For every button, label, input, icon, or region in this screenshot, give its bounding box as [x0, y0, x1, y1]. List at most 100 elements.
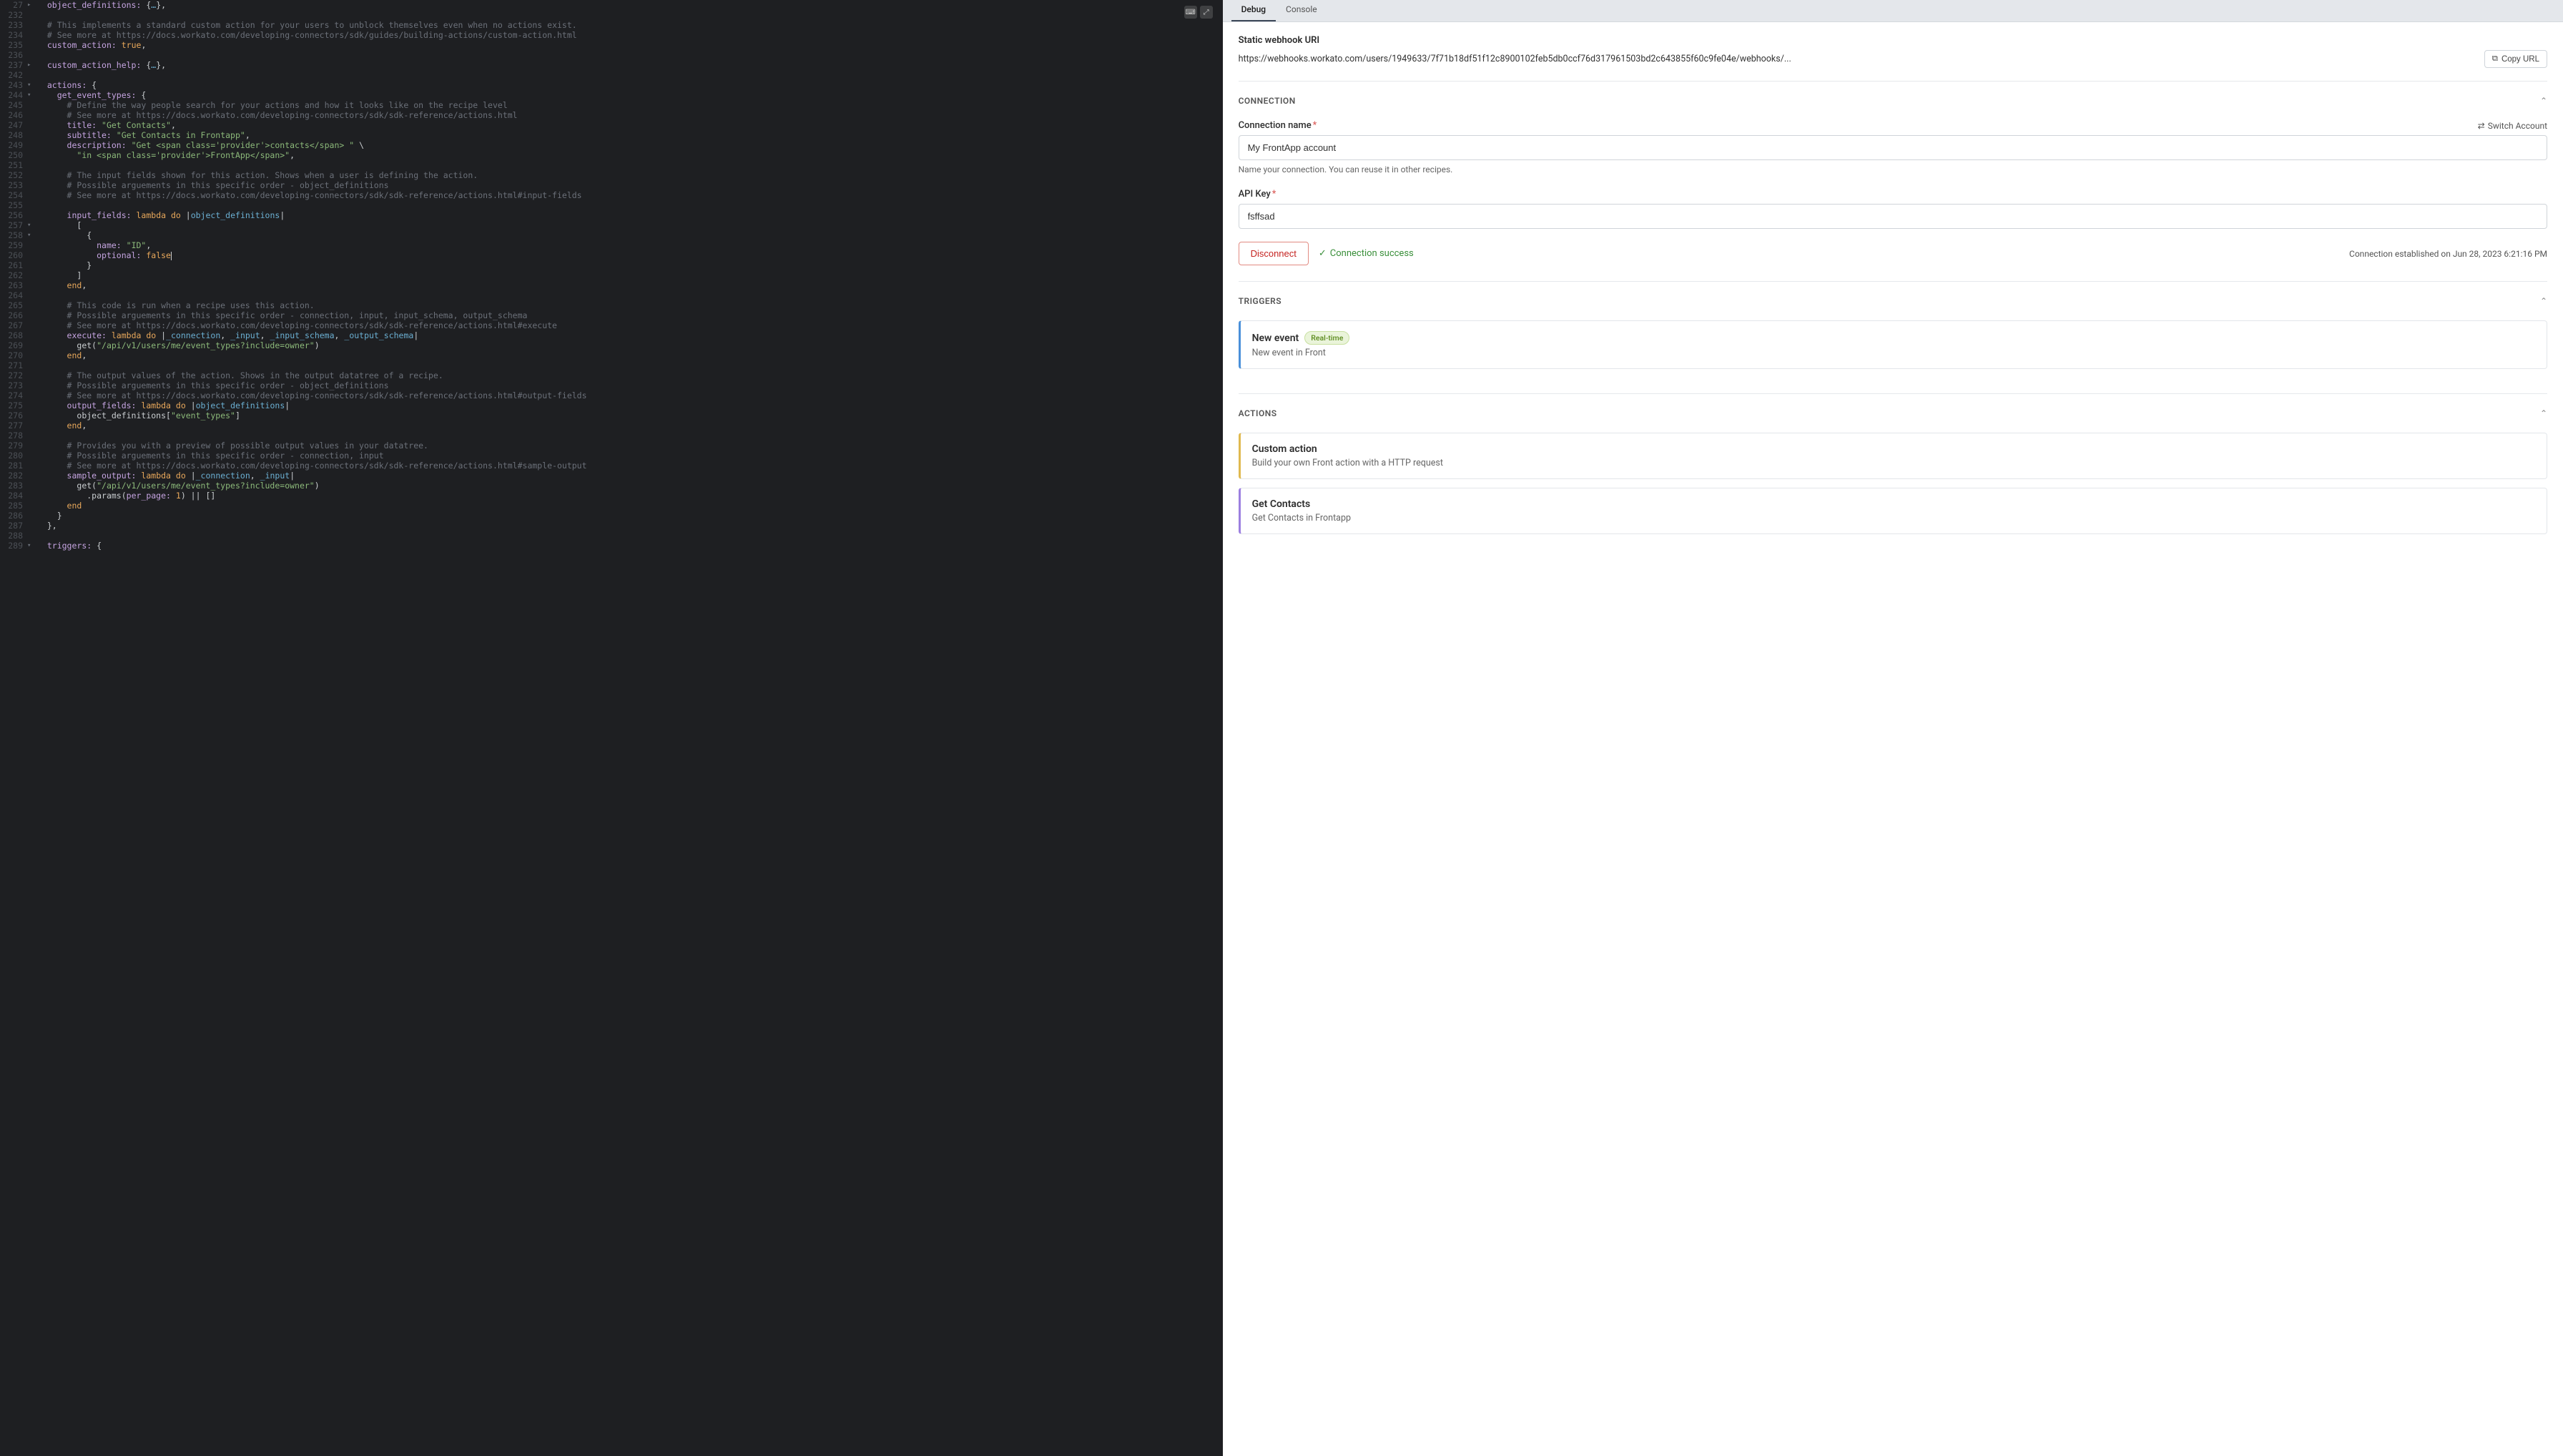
code-line[interactable]: 27▸ object_definitions: {…},	[0, 0, 1223, 10]
code-line[interactable]: 265 # This code is run when a recipe use…	[0, 300, 1223, 310]
code-line[interactable]: 259 name: "ID",	[0, 240, 1223, 250]
code-content[interactable]: # See more at https://docs.workato.com/d…	[37, 461, 1223, 471]
code-line[interactable]: 245 # Define the way people search for y…	[0, 100, 1223, 110]
fold-marker[interactable]: ▾	[27, 90, 37, 100]
code-content[interactable]: object_definitions: {…},	[37, 0, 1223, 10]
fold-marker[interactable]: ▾	[27, 230, 37, 240]
fold-marker[interactable]: ▸	[27, 60, 37, 70]
code-line[interactable]: 257▾ [	[0, 220, 1223, 230]
code-line[interactable]: 285 end	[0, 501, 1223, 511]
api-key-input[interactable]	[1239, 204, 2547, 229]
disconnect-button[interactable]: Disconnect	[1239, 242, 1309, 265]
tab-debug[interactable]: Debug	[1231, 0, 1276, 21]
connection-section-header[interactable]: CONNECTION ⌃	[1223, 82, 2563, 120]
code-content[interactable]: .params(per_page: 1) || []	[37, 491, 1223, 501]
tab-console[interactable]: Console	[1276, 0, 1327, 21]
code-content[interactable]: execute: lambda do |_connection, _input,…	[37, 330, 1223, 340]
code-content[interactable]: end,	[37, 280, 1223, 290]
code-content[interactable]: # See more at https://docs.workato.com/d…	[37, 390, 1223, 400]
code-line[interactable]: 232	[0, 10, 1223, 20]
fold-marker[interactable]: ▸	[27, 0, 37, 10]
editor-scroll[interactable]: 27▸ object_definitions: {…},232233 # Thi…	[0, 0, 1223, 1456]
code-line[interactable]: 289▾ triggers: {	[0, 541, 1223, 551]
code-line[interactable]: 261 }	[0, 260, 1223, 270]
code-content[interactable]: subtitle: "Get Contacts in Frontapp",	[37, 130, 1223, 140]
code-line[interactable]: 286 }	[0, 511, 1223, 521]
code-content[interactable]: end,	[37, 420, 1223, 431]
code-line[interactable]: 283 get("/api/v1/users/me/event_types?in…	[0, 481, 1223, 491]
code-line[interactable]: 252 # The input fields shown for this ac…	[0, 170, 1223, 180]
code-content[interactable]	[37, 160, 1223, 170]
code-content[interactable]: # This implements a standard custom acti…	[37, 20, 1223, 30]
code-line[interactable]: 251	[0, 160, 1223, 170]
code-content[interactable]: # Possible arguements in this specific o…	[37, 451, 1223, 461]
expand-icon[interactable]: ⤢	[1200, 6, 1213, 19]
code-content[interactable]: ]	[37, 270, 1223, 280]
code-content[interactable]: description: "Get <span class='provider'…	[37, 140, 1223, 150]
code-content[interactable]: # See more at https://docs.workato.com/d…	[37, 30, 1223, 40]
code-content[interactable]: # Possible arguements in this specific o…	[37, 380, 1223, 390]
code-content[interactable]: # Provides you with a preview of possibl…	[37, 441, 1223, 451]
copy-url-button[interactable]: ⧉ Copy URL	[2484, 50, 2547, 68]
keyboard-icon[interactable]: ⌨	[1184, 6, 1197, 19]
code-line[interactable]: 234 # See more at https://docs.workato.c…	[0, 30, 1223, 40]
code-content[interactable]: # See more at https://docs.workato.com/d…	[37, 320, 1223, 330]
code-line[interactable]: 288	[0, 531, 1223, 541]
code-line[interactable]: 233 # This implements a standard custom …	[0, 20, 1223, 30]
code-content[interactable]: end	[37, 501, 1223, 511]
action-card[interactable]: Get ContactsGet Contacts in Frontapp	[1239, 488, 2547, 534]
code-content[interactable]: get_event_types: {	[37, 90, 1223, 100]
code-content[interactable]: input_fields: lambda do |object_definiti…	[37, 210, 1223, 220]
code-editor[interactable]: ⌨ ⤢ 27▸ object_definitions: {…},232233 #…	[0, 0, 1223, 1456]
code-content[interactable]: sample_output: lambda do |_connection, _…	[37, 471, 1223, 481]
code-line[interactable]: 270 end,	[0, 350, 1223, 360]
code-content[interactable]: # Possible arguements in this specific o…	[37, 310, 1223, 320]
fold-marker[interactable]: ▾	[27, 220, 37, 230]
code-content[interactable]: },	[37, 521, 1223, 531]
code-line[interactable]: 256 input_fields: lambda do |object_defi…	[0, 210, 1223, 220]
code-content[interactable]: get("/api/v1/users/me/event_types?includ…	[37, 481, 1223, 491]
code-content[interactable]: }	[37, 260, 1223, 270]
code-line[interactable]: 273 # Possible arguements in this specif…	[0, 380, 1223, 390]
code-line[interactable]: 275 output_fields: lambda do |object_def…	[0, 400, 1223, 410]
code-line[interactable]: 279 # Provides you with a preview of pos…	[0, 441, 1223, 451]
code-line[interactable]: 287 },	[0, 521, 1223, 531]
connection-name-input[interactable]	[1239, 135, 2547, 160]
code-line[interactable]: 262 ]	[0, 270, 1223, 280]
code-content[interactable]: }	[37, 511, 1223, 521]
code-line[interactable]: 263 end,	[0, 280, 1223, 290]
code-content[interactable]: name: "ID",	[37, 240, 1223, 250]
action-card[interactable]: Custom actionBuild your own Front action…	[1239, 433, 2547, 479]
code-line[interactable]: 237▸ custom_action_help: {…},	[0, 60, 1223, 70]
code-line[interactable]: 250 "in <span class='provider'>FrontApp<…	[0, 150, 1223, 160]
code-content[interactable]: object_definitions["event_types"]	[37, 410, 1223, 420]
code-line[interactable]: 280 # Possible arguements in this specif…	[0, 451, 1223, 461]
code-content[interactable]: end,	[37, 350, 1223, 360]
fold-marker[interactable]: ▾	[27, 541, 37, 551]
code-content[interactable]: triggers: {	[37, 541, 1223, 551]
code-content[interactable]: "in <span class='provider'>FrontApp</spa…	[37, 150, 1223, 160]
code-content[interactable]: # Define the way people search for your …	[37, 100, 1223, 110]
code-line[interactable]: 242	[0, 70, 1223, 80]
code-content[interactable]: # Possible arguements in this specific o…	[37, 180, 1223, 190]
code-content[interactable]: # See more at https://docs.workato.com/d…	[37, 190, 1223, 200]
code-line[interactable]: 235 custom_action: true,	[0, 40, 1223, 50]
code-content[interactable]	[37, 290, 1223, 300]
code-line[interactable]: 274 # See more at https://docs.workato.c…	[0, 390, 1223, 400]
code-content[interactable]: [	[37, 220, 1223, 230]
code-content[interactable]: optional: false	[37, 250, 1223, 260]
code-line[interactable]: 278	[0, 431, 1223, 441]
code-content[interactable]: custom_action: true,	[37, 40, 1223, 50]
code-line[interactable]: 244▾ get_event_types: {	[0, 90, 1223, 100]
code-content[interactable]: # The output values of the action. Shows…	[37, 370, 1223, 380]
code-content[interactable]: actions: {	[37, 80, 1223, 90]
code-content[interactable]: # See more at https://docs.workato.com/d…	[37, 110, 1223, 120]
code-line[interactable]: 268 execute: lambda do |_connection, _in…	[0, 330, 1223, 340]
code-content[interactable]: output_fields: lambda do |object_definit…	[37, 400, 1223, 410]
code-line[interactable]: 258▾ {	[0, 230, 1223, 240]
code-content[interactable]	[37, 10, 1223, 20]
code-content[interactable]: {	[37, 230, 1223, 240]
code-content[interactable]	[37, 50, 1223, 60]
code-content[interactable]	[37, 200, 1223, 210]
triggers-section-header[interactable]: TRIGGERS ⌃	[1223, 282, 2563, 320]
